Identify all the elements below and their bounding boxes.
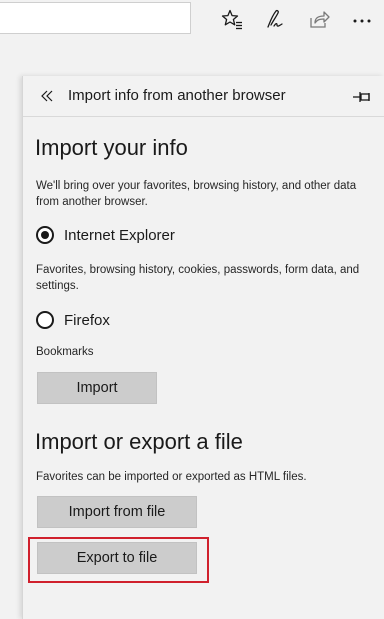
more-icon[interactable]	[349, 6, 375, 32]
back-chevron-icon[interactable]	[38, 87, 56, 105]
address-bar[interactable]	[0, 2, 191, 34]
page-content-area	[0, 76, 22, 619]
import-panel: Import info from another browser Import …	[22, 76, 384, 619]
internet-explorer-details: Favorites, browsing history, cookies, pa…	[36, 264, 360, 292]
radio-label-internet-explorer: Internet Explorer	[64, 226, 175, 244]
import-info-heading: Import your info	[35, 135, 188, 160]
radio-label-firefox: Firefox	[64, 311, 110, 329]
browser-window: Import info from another browser Import …	[0, 0, 384, 619]
import-from-file-button[interactable]: Import from file	[37, 496, 197, 528]
radio-internet-explorer[interactable]: Internet Explorer	[36, 224, 175, 246]
notes-pen-icon[interactable]	[262, 6, 288, 32]
file-description: Favorites can be imported or exported as…	[36, 471, 307, 483]
radio-button-unchecked[interactable]	[36, 311, 54, 329]
export-to-file-button[interactable]: Export to file	[37, 542, 197, 574]
panel-header: Import info from another browser	[23, 76, 384, 117]
firefox-details: Bookmarks	[36, 346, 94, 358]
radio-firefox[interactable]: Firefox	[36, 309, 110, 331]
import-export-file-heading: Import or export a file	[35, 429, 243, 454]
favorites-star-icon[interactable]	[219, 6, 245, 32]
toolbar-strip	[0, 38, 384, 76]
share-icon[interactable]	[306, 6, 332, 32]
panel-title: Import info from another browser	[68, 87, 286, 104]
import-description: We'll bring over your favorites, browsin…	[36, 180, 357, 208]
radio-button-checked[interactable]	[36, 226, 54, 244]
browser-toolbar	[0, 0, 384, 38]
import-button[interactable]: Import	[37, 372, 157, 404]
pin-icon[interactable]	[351, 88, 373, 106]
